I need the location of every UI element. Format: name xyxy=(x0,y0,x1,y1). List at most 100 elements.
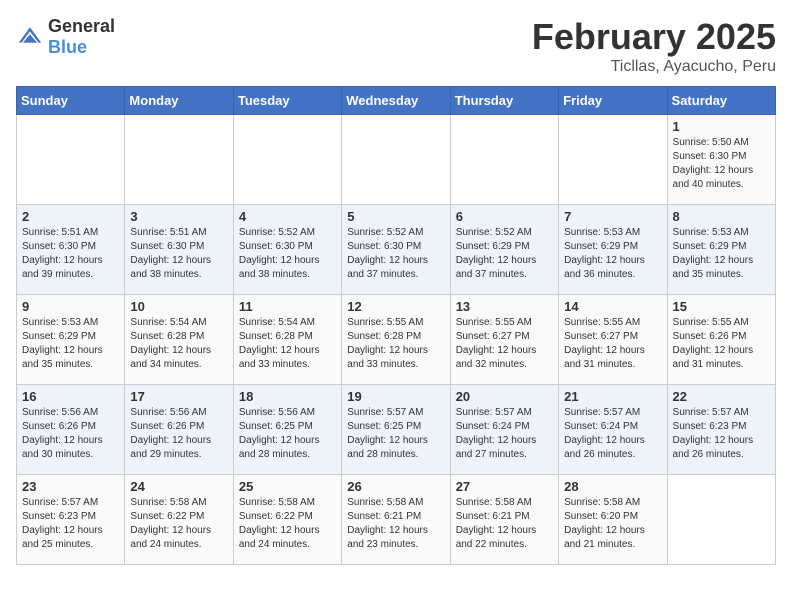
calendar-cell: 13 Sunrise: 5:55 AM Sunset: 6:27 PM Dayli… xyxy=(450,295,558,385)
day-number: 4 xyxy=(239,209,336,224)
day-info: Sunrise: 5:55 AM Sunset: 6:27 PM Dayligh… xyxy=(456,316,553,372)
day-info: Sunrise: 5:56 AM Sunset: 6:26 PM Dayligh… xyxy=(130,406,227,462)
day-number: 23 xyxy=(22,479,119,494)
day-info: Sunrise: 5:55 AM Sunset: 6:28 PM Dayligh… xyxy=(347,316,444,372)
day-info: Sunrise: 5:57 AM Sunset: 6:24 PM Dayligh… xyxy=(564,406,661,462)
calendar-cell: 15 Sunrise: 5:55 AM Sunset: 6:26 PM Dayli… xyxy=(667,295,775,385)
day-number: 20 xyxy=(456,389,553,404)
day-info: Sunrise: 5:53 AM Sunset: 6:29 PM Dayligh… xyxy=(673,226,770,282)
day-number: 9 xyxy=(22,299,119,314)
calendar-cell xyxy=(450,115,558,205)
calendar-cell: 3 Sunrise: 5:51 AM Sunset: 6:30 PM Daylig… xyxy=(125,205,233,295)
day-info: Sunrise: 5:55 AM Sunset: 6:27 PM Dayligh… xyxy=(564,316,661,372)
day-number: 8 xyxy=(673,209,770,224)
calendar-week-4: 23 Sunrise: 5:57 AM Sunset: 6:23 PM Dayli… xyxy=(17,475,776,565)
calendar-cell xyxy=(667,475,775,565)
calendar-cell: 27 Sunrise: 5:58 AM Sunset: 6:21 PM Dayli… xyxy=(450,475,558,565)
day-info: Sunrise: 5:51 AM Sunset: 6:30 PM Dayligh… xyxy=(130,226,227,282)
day-number: 21 xyxy=(564,389,661,404)
logo-blue-text: Blue xyxy=(48,37,87,57)
calendar-cell xyxy=(342,115,450,205)
day-number: 25 xyxy=(239,479,336,494)
day-number: 3 xyxy=(130,209,227,224)
weekday-header-thursday: Thursday xyxy=(450,87,558,115)
day-info: Sunrise: 5:58 AM Sunset: 6:21 PM Dayligh… xyxy=(456,496,553,552)
day-number: 13 xyxy=(456,299,553,314)
calendar-cell: 24 Sunrise: 5:58 AM Sunset: 6:22 PM Dayli… xyxy=(125,475,233,565)
day-info: Sunrise: 5:52 AM Sunset: 6:30 PM Dayligh… xyxy=(239,226,336,282)
calendar-cell: 9Sunrise: 5:53 AM Sunset: 6:29 PM Daylig… xyxy=(17,295,125,385)
calendar-cell: 23 Sunrise: 5:57 AM Sunset: 6:23 PM Dayli… xyxy=(17,475,125,565)
day-info: Sunrise: 5:54 AM Sunset: 6:28 PM Dayligh… xyxy=(130,316,227,372)
day-info: Sunrise: 5:52 AM Sunset: 6:29 PM Dayligh… xyxy=(456,226,553,282)
day-info: Sunrise: 5:55 AM Sunset: 6:26 PM Dayligh… xyxy=(673,316,770,372)
day-number: 27 xyxy=(456,479,553,494)
calendar-week-2: 9Sunrise: 5:53 AM Sunset: 6:29 PM Daylig… xyxy=(17,295,776,385)
day-info: Sunrise: 5:50 AM Sunset: 6:30 PM Dayligh… xyxy=(673,136,770,192)
calendar-cell: 7Sunrise: 5:53 AM Sunset: 6:29 PM Daylig… xyxy=(559,205,667,295)
calendar-cell: 20 Sunrise: 5:57 AM Sunset: 6:24 PM Dayli… xyxy=(450,385,558,475)
day-number: 6 xyxy=(456,209,553,224)
weekday-header-saturday: Saturday xyxy=(667,87,775,115)
calendar-cell xyxy=(233,115,341,205)
weekday-header-wednesday: Wednesday xyxy=(342,87,450,115)
day-number: 17 xyxy=(130,389,227,404)
day-info: Sunrise: 5:58 AM Sunset: 6:21 PM Dayligh… xyxy=(347,496,444,552)
day-number: 15 xyxy=(673,299,770,314)
calendar-week-3: 16 Sunrise: 5:56 AM Sunset: 6:26 PM Dayli… xyxy=(17,385,776,475)
day-info: Sunrise: 5:57 AM Sunset: 6:23 PM Dayligh… xyxy=(22,496,119,552)
calendar-cell: 8 Sunrise: 5:53 AM Sunset: 6:29 PM Daylig… xyxy=(667,205,775,295)
title-section: February 2025 Ticllas, Ayacucho, Peru xyxy=(532,16,776,76)
calendar-cell: 5Sunrise: 5:52 AM Sunset: 6:30 PM Daylig… xyxy=(342,205,450,295)
month-title: February 2025 xyxy=(532,16,776,58)
calendar-cell: 2 Sunrise: 5:51 AM Sunset: 6:30 PM Daylig… xyxy=(17,205,125,295)
day-number: 28 xyxy=(564,479,661,494)
day-number: 19 xyxy=(347,389,444,404)
calendar-cell: 1 Sunrise: 5:50 AM Sunset: 6:30 PM Daylig… xyxy=(667,115,775,205)
calendar-cell: 12 Sunrise: 5:55 AM Sunset: 6:28 PM Dayli… xyxy=(342,295,450,385)
day-info: Sunrise: 5:53 AM Sunset: 6:29 PM Dayligh… xyxy=(564,226,661,282)
calendar-body: 1 Sunrise: 5:50 AM Sunset: 6:30 PM Daylig… xyxy=(17,115,776,565)
weekday-header-friday: Friday xyxy=(559,87,667,115)
day-info: Sunrise: 5:58 AM Sunset: 6:22 PM Dayligh… xyxy=(130,496,227,552)
day-number: 14 xyxy=(564,299,661,314)
calendar-cell: 21 Sunrise: 5:57 AM Sunset: 6:24 PM Dayli… xyxy=(559,385,667,475)
day-info: Sunrise: 5:54 AM Sunset: 6:28 PM Dayligh… xyxy=(239,316,336,372)
day-info: Sunrise: 5:51 AM Sunset: 6:30 PM Dayligh… xyxy=(22,226,119,282)
logo: General Blue xyxy=(16,16,115,58)
location-title: Ticllas, Ayacucho, Peru xyxy=(532,58,776,76)
calendar-week-1: 2 Sunrise: 5:51 AM Sunset: 6:30 PM Daylig… xyxy=(17,205,776,295)
day-number: 16 xyxy=(22,389,119,404)
calendar-cell: 22 Sunrise: 5:57 AM Sunset: 6:23 PM Dayli… xyxy=(667,385,775,475)
day-info: Sunrise: 5:57 AM Sunset: 6:23 PM Dayligh… xyxy=(673,406,770,462)
page-header: General Blue February 2025 Ticllas, Ayac… xyxy=(16,16,776,76)
calendar-cell: 26 Sunrise: 5:58 AM Sunset: 6:21 PM Dayli… xyxy=(342,475,450,565)
day-number: 2 xyxy=(22,209,119,224)
calendar-cell: 4 Sunrise: 5:52 AM Sunset: 6:30 PM Daylig… xyxy=(233,205,341,295)
day-number: 22 xyxy=(673,389,770,404)
calendar-cell xyxy=(17,115,125,205)
day-number: 24 xyxy=(130,479,227,494)
calendar-cell xyxy=(125,115,233,205)
calendar-cell: 28 Sunrise: 5:58 AM Sunset: 6:20 PM Dayli… xyxy=(559,475,667,565)
calendar-cell: 18Sunrise: 5:56 AM Sunset: 6:25 PM Dayli… xyxy=(233,385,341,475)
day-number: 10 xyxy=(130,299,227,314)
day-info: Sunrise: 5:52 AM Sunset: 6:30 PM Dayligh… xyxy=(347,226,444,282)
day-info: Sunrise: 5:57 AM Sunset: 6:25 PM Dayligh… xyxy=(347,406,444,462)
weekday-header-tuesday: Tuesday xyxy=(233,87,341,115)
day-info: Sunrise: 5:58 AM Sunset: 6:22 PM Dayligh… xyxy=(239,496,336,552)
day-number: 1 xyxy=(673,119,770,134)
weekday-header-monday: Monday xyxy=(125,87,233,115)
day-info: Sunrise: 5:58 AM Sunset: 6:20 PM Dayligh… xyxy=(564,496,661,552)
logo-general-text: General xyxy=(48,16,115,36)
calendar-cell: 14 Sunrise: 5:55 AM Sunset: 6:27 PM Dayli… xyxy=(559,295,667,385)
day-number: 12 xyxy=(347,299,444,314)
calendar-cell: 25 Sunrise: 5:58 AM Sunset: 6:22 PM Dayli… xyxy=(233,475,341,565)
day-number: 26 xyxy=(347,479,444,494)
weekday-header-sunday: Sunday xyxy=(17,87,125,115)
calendar-table: SundayMondayTuesdayWednesdayThursdayFrid… xyxy=(16,86,776,565)
calendar-cell: 16Sunrise: 5:56 AM Sunset: 6:26 PM Dayli… xyxy=(17,385,125,475)
logo-icon xyxy=(16,23,44,51)
calendar-cell xyxy=(559,115,667,205)
day-info: Sunrise: 5:57 AM Sunset: 6:24 PM Dayligh… xyxy=(456,406,553,462)
